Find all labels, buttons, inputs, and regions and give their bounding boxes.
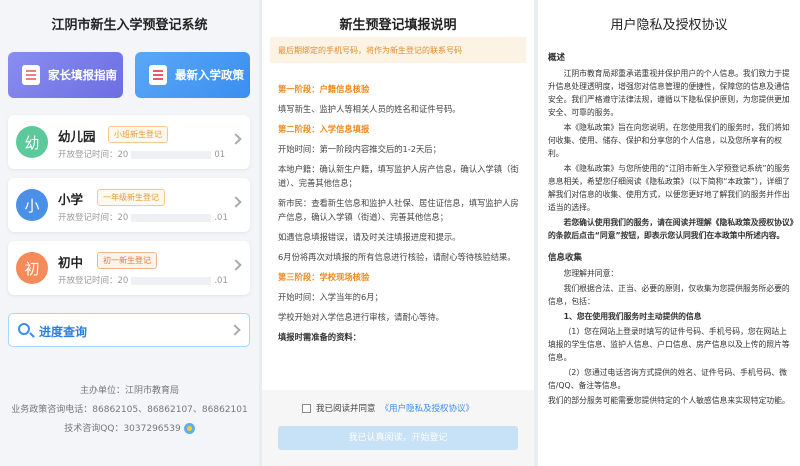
card-tag: 初一新生登记 — [97, 252, 157, 269]
stage1-text: 填写新生、监护人等相关人员的姓名和证件号码。 — [278, 104, 461, 114]
required-materials-title: 填报时需准备的资料： — [278, 332, 361, 342]
card-time: 开放登记时间：20.01 — [58, 213, 228, 223]
footer-host: 主办单位：江阴市教育局 — [79, 386, 179, 396]
card-time: 开放登记时间：20 01 — [58, 150, 226, 160]
card-name: 幼儿园 — [58, 129, 96, 144]
kindergarten-badge: 幼 — [16, 126, 48, 158]
progress-query-label: 进度查询 — [39, 325, 88, 339]
privacy-body: 概述 江阴市教育局郑重承诺重视并保护用户的个人信息。我们致力于提升信息处理透明度… — [548, 52, 794, 409]
overview-paragraph: 若您确认使用我们的服务，请在阅读并理解《隐私政策及授权协议》的条款后点击“同意”… — [548, 218, 794, 240]
collect-paragraph: （1）您在网站上登录时填写的证件号码、手机号码，您在网站上填报的学生信息、监护人… — [548, 327, 790, 362]
stage2-text: 如遇信息填报错误，请及时关注填报进度和提示。 — [278, 232, 461, 242]
stage1-title: 第一阶段：户籍信息核验 — [278, 84, 370, 94]
stage3-text: 开始时间：入学当年的6月； — [278, 292, 383, 302]
instructions-title: 新生预登记填报说明 — [339, 18, 457, 33]
primary-badge: 小 — [16, 189, 48, 221]
footer-qq: 技术咨询QQ：3037296539 — [0, 421, 259, 434]
stage2-text: 本地户籍：确认新生户籍，填写监护人房产信息，确认入学镇（街道）、完善其他信息； — [278, 164, 519, 188]
guide-tile-label: 家长填报指南 — [48, 68, 117, 82]
collect-paragraph: 您理解并同意： — [563, 269, 619, 278]
collect-heading: 信息收集 — [548, 253, 583, 263]
overview-heading: 概述 — [548, 53, 566, 63]
card-tag: 小班新生登记 — [108, 126, 168, 143]
card-name: 初中 — [58, 255, 84, 270]
agree-text: 我已阅读并同意 — [316, 404, 376, 414]
primary-school-card[interactable]: 小 小学 一年级新生登记 开放登记时间：20.01 — [8, 178, 250, 232]
collect-paragraph: 我们根据合法、正当、必要的原则，仅收集为您提供服务所必要的信息，包括： — [548, 284, 790, 306]
chevron-right-icon — [230, 133, 242, 145]
policy-tile[interactable]: 最新入学政策 — [135, 52, 250, 98]
privacy-panel: 用户隐私及授权协议 概述 江阴市教育局郑重承诺重视并保护用户的个人信息。我们致力… — [538, 0, 800, 466]
instructions-body: 第一阶段：户籍信息核验 填写新生、监护人等相关人员的姓名和证件号码。 第二阶段：… — [278, 82, 522, 344]
stage3-text: 学校开始对入学信息进行审核，请耐心等待。 — [278, 312, 444, 322]
overview-paragraph: 本《隐私政策》与您所使用的“江阴市新生入学预登记系统”的服务息息相关，希望您仔细… — [548, 164, 790, 212]
overview-paragraph: 江阴市教育局郑重承诺重视并保护用户的个人信息。我们致力于提升信息处理透明度，增强… — [548, 69, 790, 117]
agreement-row: 我已阅读并同意 《用户隐私及授权协议》 — [302, 402, 474, 414]
overview-paragraph: 本《隐私政策》旨在向您说明，在您使用我们的服务时，我们将如何收集、使用、储存、保… — [548, 123, 790, 158]
agreement-bar: 我已阅读并同意 《用户隐私及授权协议》 我已认真阅读，开始登记 — [262, 390, 534, 466]
footer-phone: 业务政策咨询电话：86862105、86862107、86862101 — [11, 405, 248, 415]
app-title: 江阴市新生入学预登记系统 — [51, 18, 208, 33]
card-name: 小学 — [58, 192, 84, 207]
chevron-right-icon — [230, 259, 242, 271]
search-icon — [18, 323, 30, 335]
instructions-panel: 新生预登记填报说明 最后期绑定的手机号码，将作为新生登记的联系号码 第一阶段：户… — [262, 0, 534, 466]
start-registration-button[interactable]: 我已认真阅读，开始登记 — [278, 426, 518, 450]
qq-icon — [183, 423, 195, 434]
kindergarten-card[interactable]: 幼 幼儿园 小班新生登记 开放登记时间：20 01 — [8, 115, 250, 169]
collect-paragraph: （2）您通过电话咨询方式提供的姓名、证件号码、手机号码、微信/QQ、备注等信息。 — [548, 368, 787, 390]
guide-document-icon — [22, 65, 40, 85]
progress-query-button[interactable]: 进度查询 — [8, 313, 250, 347]
privacy-title: 用户隐私及授权协议 — [610, 18, 728, 33]
junior-high-card[interactable]: 初 初中 初一新生登记 开放登记时间：20.01 — [8, 241, 250, 295]
chevron-right-icon — [229, 324, 241, 336]
home-panel: 江阴市新生入学预登记系统 家长填报指南 最新入学政策 幼 幼儿园 小班新生登记 … — [0, 0, 259, 466]
policy-tile-label: 最新入学政策 — [175, 68, 244, 82]
stage2-text: 新市民：查看新生信息和监护人社保、居住证信息，填写监护人房产信息，确认入学镇（街… — [278, 198, 519, 222]
phone-notice: 最后期绑定的手机号码，将作为新生登记的联系号码 — [270, 37, 526, 63]
chevron-right-icon — [230, 196, 242, 208]
collect-paragraph: 我们的部分服务可能需要您提供特定的个人敏感信息来实现特定功能。 — [548, 396, 790, 405]
junior-badge: 初 — [16, 252, 48, 284]
stage3-title: 第三阶段：学校现场核验 — [278, 272, 370, 282]
privacy-agreement-link[interactable]: 《用户隐私及授权协议》 — [381, 402, 475, 414]
stage2-title: 第二阶段：入学信息填报 — [278, 124, 370, 134]
stage2-text: 开始时间：第一阶段内容推交后的1-2天后； — [278, 144, 441, 154]
stage2-text: 6月份将再次对填报的所有信息进行核验，请耐心等待核验结果。 — [278, 252, 516, 262]
card-tag: 一年级新生登记 — [97, 189, 165, 206]
policy-document-icon — [149, 65, 167, 85]
card-time: 开放登记时间：20.01 — [58, 276, 228, 286]
agree-checkbox[interactable] — [302, 403, 311, 413]
guide-tile[interactable]: 家长填报指南 — [8, 52, 123, 98]
collect-item: 1、您在使用我们服务时主动提供的信息 — [563, 312, 702, 321]
